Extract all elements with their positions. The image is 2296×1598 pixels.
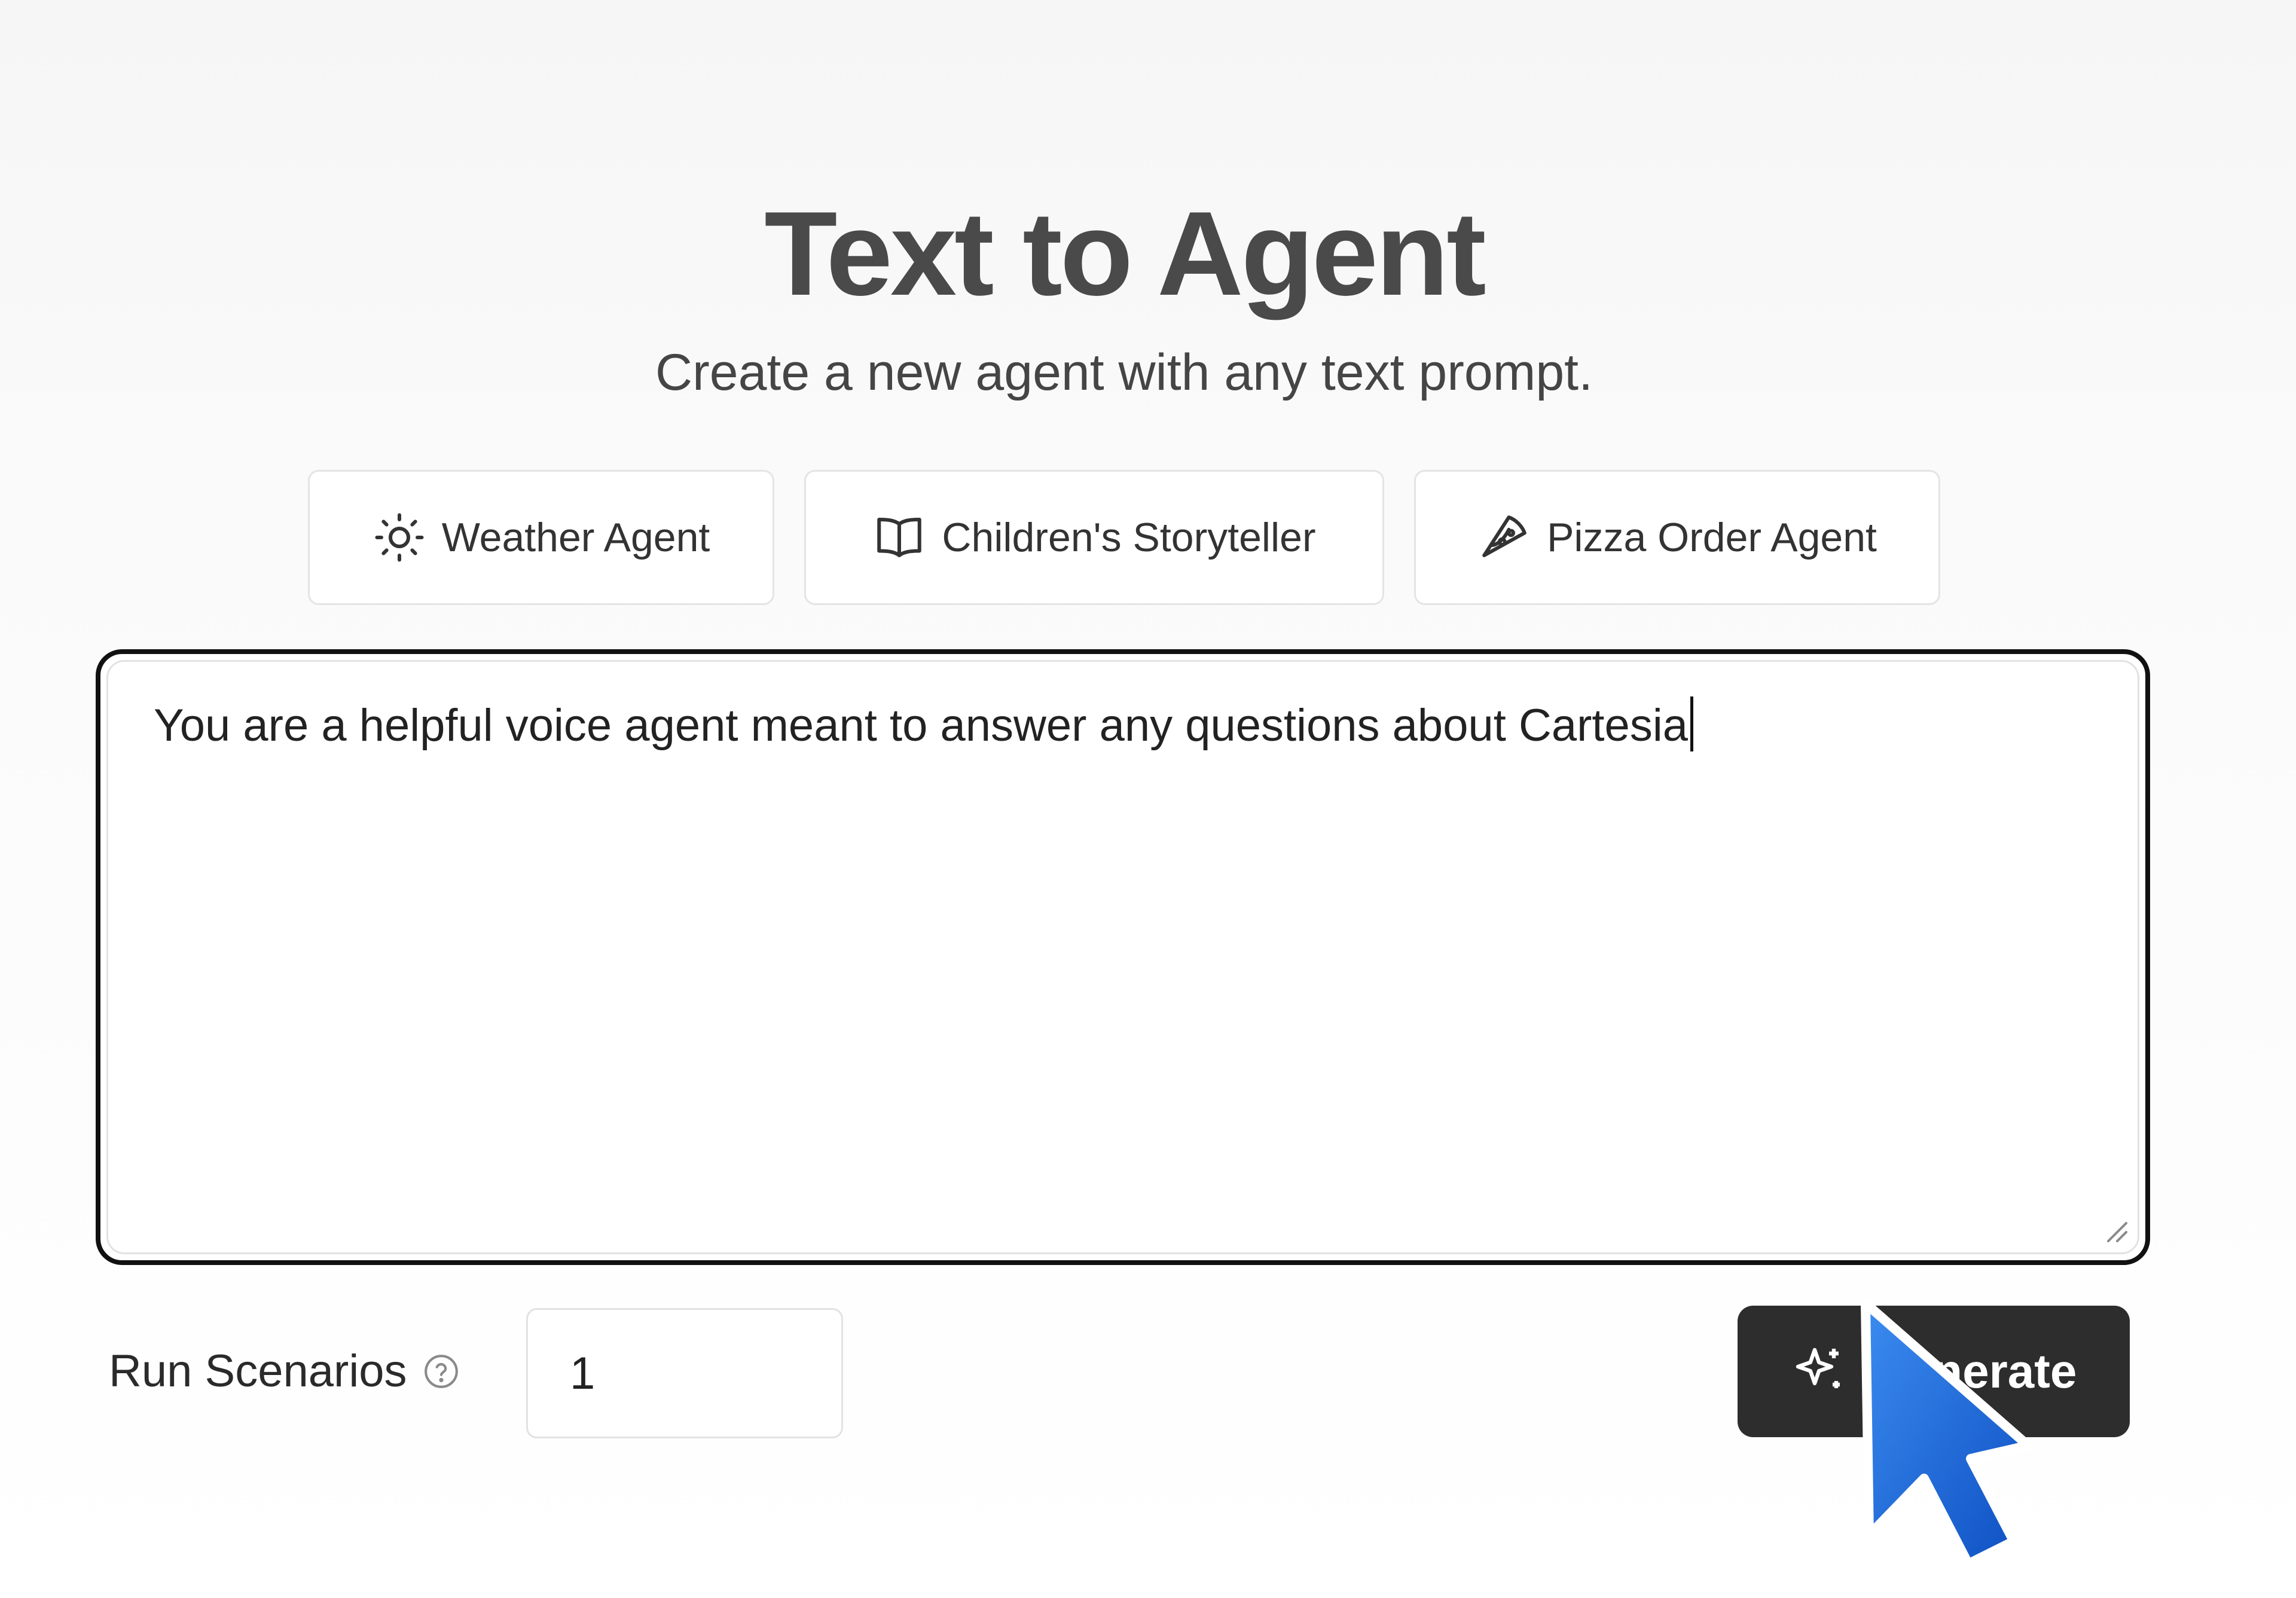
preset-childrens-storyteller-button[interactable]: Children's Storyteller (804, 470, 1384, 605)
prompt-field-wrapper: You are a helpful voice agent meant to a… (96, 649, 2150, 1265)
preset-weather-agent-button[interactable]: Weather Agent (308, 470, 774, 605)
preset-label: Pizza Order Agent (1547, 515, 1877, 560)
mouse-cursor-icon (1861, 1298, 2033, 1569)
run-scenarios-label: Run Scenarios (109, 1345, 460, 1397)
resize-handle-icon[interactable] (2099, 1214, 2129, 1244)
preset-pizza-order-agent-button[interactable]: Pizza Order Agent (1414, 470, 1940, 605)
prompt-textarea[interactable]: You are a helpful voice agent meant to a… (106, 660, 2139, 1254)
pizza-icon (1477, 511, 1531, 564)
text-caret (1690, 696, 1693, 751)
run-scenarios-input[interactable]: 1 (526, 1308, 843, 1438)
page-subtitle: Create a new agent with any text prompt. (655, 344, 1593, 401)
preset-label: Children's Storyteller (942, 515, 1316, 560)
preset-label: Weather Agent (441, 515, 710, 560)
sun-icon (373, 511, 426, 564)
prompt-text: You are a helpful voice agent meant to a… (154, 700, 1688, 751)
sparkle-icon (1791, 1343, 1848, 1400)
preset-row: Weather Agent Children's Storyteller Piz… (0, 470, 2248, 605)
help-icon[interactable] (423, 1353, 460, 1390)
book-icon (872, 511, 926, 564)
run-scenarios-text: Run Scenarios (109, 1346, 407, 1397)
page-title: Text to Agent (764, 187, 1486, 320)
